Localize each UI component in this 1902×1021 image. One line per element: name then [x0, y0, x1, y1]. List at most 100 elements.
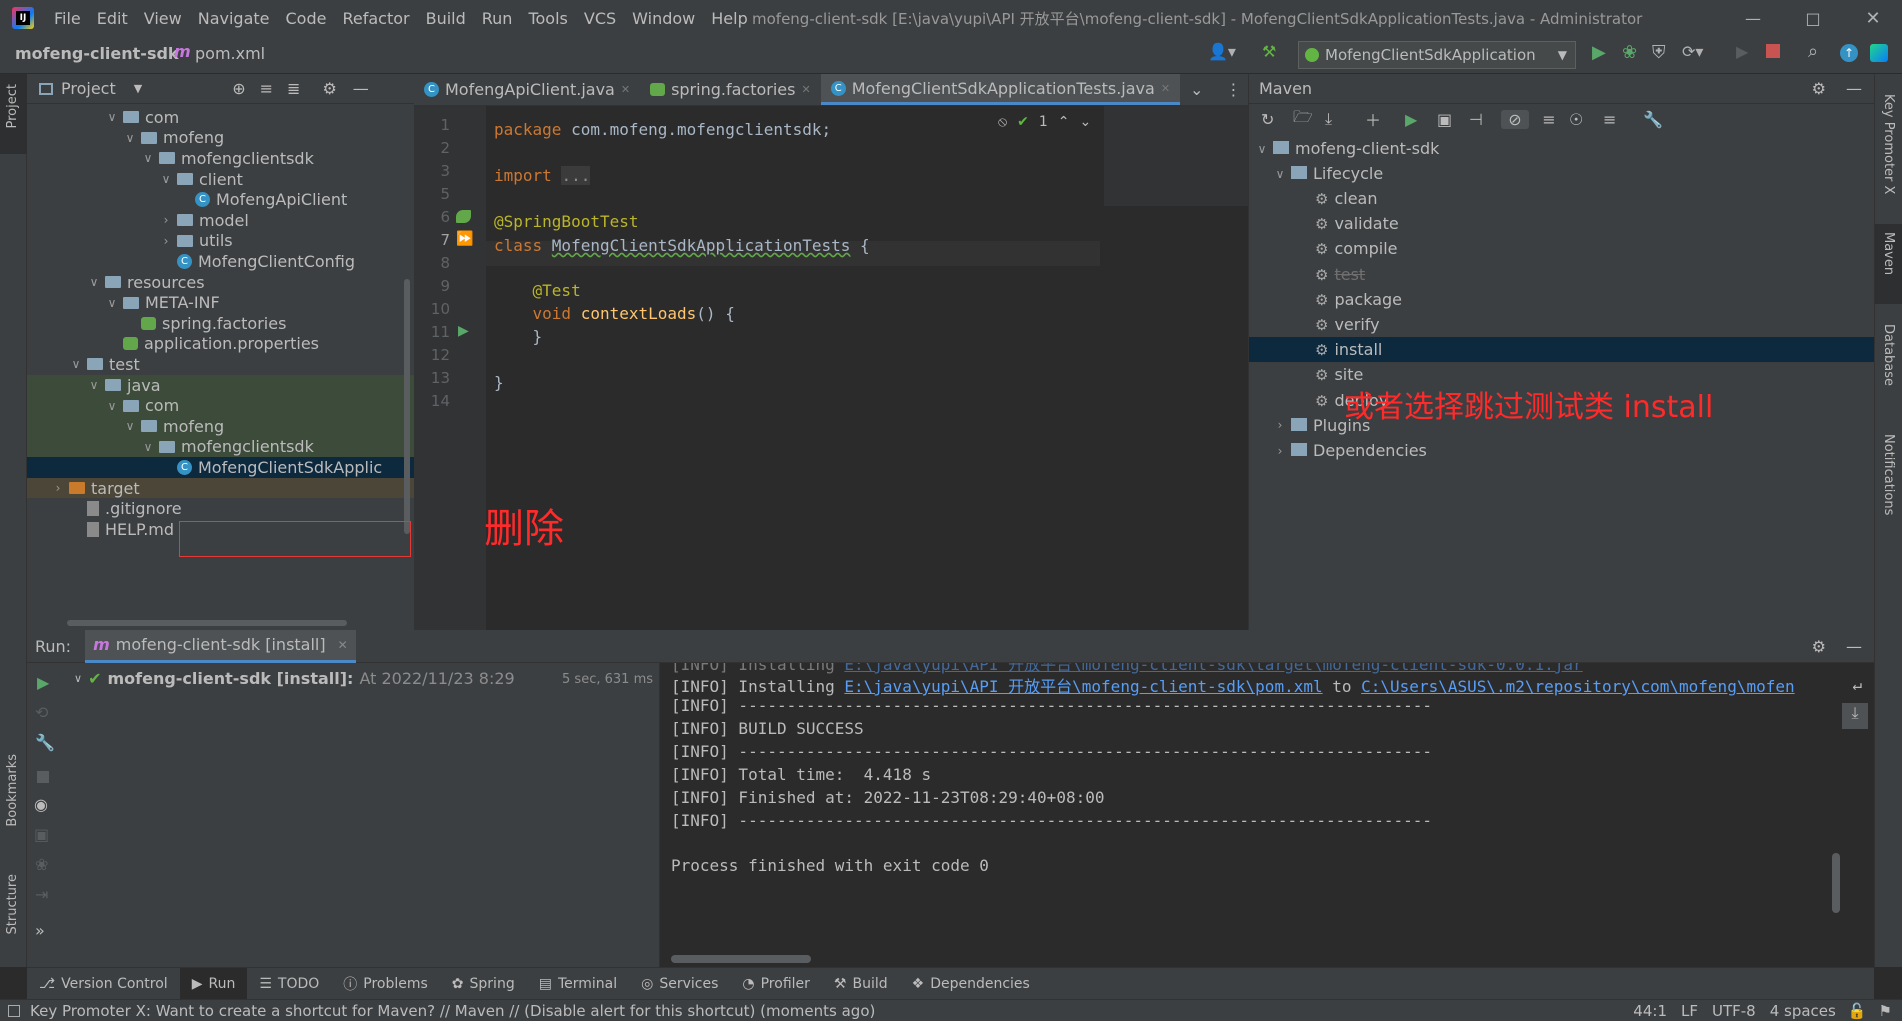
tree-item[interactable]: ∨ mofengclientsdk	[27, 148, 414, 169]
close-tab-icon[interactable]: ✕	[621, 83, 630, 96]
run-tab[interactable]: m mofeng-client-sdk [install] ✕	[85, 629, 356, 663]
chevron-down-icon[interactable]: ∨	[141, 440, 155, 454]
maven-goal-install[interactable]: ⚙ install	[1249, 337, 1875, 363]
menu-tools[interactable]: Tools	[520, 9, 575, 28]
more-vertical-icon[interactable]: ⋮	[1225, 80, 1241, 99]
editor-tab[interactable]: C MofengClientSdkApplicationTests.java ✕	[820, 74, 1181, 105]
breadcrumb-file[interactable]: pom.xml	[195, 44, 265, 63]
collapse-icon[interactable]: ≡	[1529, 110, 1569, 129]
settings-gear-icon[interactable]: ⚙	[1812, 79, 1826, 98]
chevron-down-icon[interactable]: ∨	[123, 419, 137, 433]
tab-overflow[interactable]: ⌄ ⋮	[1180, 74, 1251, 105]
expand-all-icon[interactable]: ≡	[260, 79, 273, 98]
maven-tree-item[interactable]: › Dependencies	[1249, 438, 1875, 463]
skip-tests-icon[interactable]: ⊘	[1501, 109, 1529, 129]
locate-icon[interactable]: ⊕	[232, 79, 245, 98]
close-tab-icon[interactable]: ✕	[338, 638, 348, 652]
more-icon[interactable]: »	[35, 921, 45, 940]
key-promoter-tool-button[interactable]: Key Promoter X	[1881, 94, 1896, 194]
chevron-down-icon[interactable]: ∨	[159, 172, 173, 186]
chevron-down-icon[interactable]: ∨	[105, 110, 119, 124]
chevron-down-icon[interactable]: ⌄	[1080, 114, 1092, 130]
maven-goal-package[interactable]: ⚙ package	[1249, 287, 1875, 312]
rerun-failed-icon[interactable]: ⟲	[35, 703, 48, 722]
maven-goal-test[interactable]: ⚙ test	[1249, 262, 1875, 287]
chevron-down-icon[interactable]: ∨	[123, 131, 137, 145]
chevron-down-icon[interactable]: ∨	[74, 672, 82, 685]
add-folder-icon[interactable]: 🗁	[1293, 106, 1325, 133]
chevron-down-icon[interactable]: ∨	[141, 151, 155, 165]
chevron-down-icon[interactable]: ∨	[69, 357, 83, 371]
close-tab-icon[interactable]: ✕	[1161, 82, 1170, 95]
code-area[interactable]: package com.mofeng.mofengclientsdk; impo…	[414, 106, 1248, 630]
maximize-icon[interactable]: □	[1798, 6, 1828, 30]
tree-item[interactable]: application.properties	[27, 334, 414, 355]
tree-item[interactable]: spring.factories	[27, 313, 414, 334]
wrench-icon[interactable]: 🔧	[1643, 110, 1675, 129]
tree-item[interactable]: ∨ test	[27, 354, 414, 375]
tree-item[interactable]: ∨ client	[27, 169, 414, 190]
cursor-position[interactable]: 44:1	[1633, 1002, 1667, 1020]
maven-tree-item[interactable]: ∨ Lifecycle	[1249, 161, 1875, 186]
search-icon[interactable]: ⌕	[1808, 41, 1818, 62]
tree-item[interactable]: .gitignore	[27, 498, 414, 519]
user-icon[interactable]: 👤▾	[1208, 42, 1236, 61]
chevron-right-icon[interactable]: ›	[1273, 444, 1287, 458]
tree-item[interactable]: C MofengClientConfig	[27, 251, 414, 272]
structure-tool-button[interactable]: Structure	[5, 874, 20, 934]
console-link[interactable]: E:\java\yupi\API 开放平台\mofeng-client-sdk\…	[844, 677, 1322, 696]
download-icon[interactable]: ⤓	[1325, 109, 1365, 129]
settings-gear-icon[interactable]: ⚙	[322, 79, 336, 98]
scrollbar[interactable]	[404, 279, 410, 534]
run-icon[interactable]: ▶	[1592, 42, 1606, 63]
stop-icon[interactable]	[1766, 44, 1780, 58]
build-hammer-icon[interactable]: ⚒	[1262, 42, 1276, 61]
tree-item[interactable]: ∨ mofeng	[27, 416, 414, 437]
menu-code[interactable]: Code	[278, 9, 335, 28]
chevron-down-icon[interactable]: ▼	[134, 82, 142, 95]
jetbrains-logo-icon[interactable]	[1870, 44, 1888, 62]
wrench-icon[interactable]: 🔧	[35, 733, 55, 752]
resume-icon[interactable]: ▶	[1736, 42, 1748, 61]
console-hscrollbar[interactable]	[671, 955, 811, 963]
chevron-down-icon[interactable]: ∨	[87, 378, 101, 392]
notifications-tool-button[interactable]: Notifications	[1881, 434, 1896, 515]
maven-goal-validate[interactable]: ⚙ validate	[1249, 211, 1875, 236]
update-icon[interactable]: ↑	[1840, 44, 1858, 62]
menu-refactor[interactable]: Refactor	[334, 9, 417, 28]
file-encoding[interactable]: UTF-8	[1712, 1002, 1756, 1020]
tool-tab-dependencies[interactable]: ❖ Dependencies	[900, 968, 1042, 1000]
editor-tab[interactable]: spring.factories ✕	[640, 74, 821, 105]
collapse-all-icon[interactable]: ≣	[287, 79, 300, 98]
console-scrollbar[interactable]	[1832, 853, 1840, 913]
rerun-icon[interactable]: ▶	[37, 673, 49, 692]
menu-edit[interactable]: Edit	[89, 9, 136, 28]
tool-tab-problems[interactable]: ⓘ Problems	[331, 968, 440, 1000]
chevron-down-icon[interactable]: ∨	[1273, 167, 1287, 181]
hidden-eye-icon[interactable]: ⦸	[998, 114, 1007, 130]
tool-tab-profiler[interactable]: ◔ Profiler	[730, 968, 822, 1000]
project-panel-title[interactable]: Project	[61, 79, 116, 98]
hide-icon[interactable]: —	[353, 79, 369, 98]
add-icon[interactable]: ＋	[1365, 107, 1405, 131]
chevron-down-icon[interactable]: ∨	[105, 399, 119, 413]
exit-icon[interactable]: ⇥	[35, 885, 48, 904]
analyze-icon[interactable]: ☉	[1569, 110, 1603, 129]
camera-icon[interactable]: ▣	[34, 825, 49, 844]
console-wrap-icon[interactable]: ↵	[1852, 675, 1862, 694]
run-maven-icon[interactable]: ▶	[1405, 110, 1437, 129]
tool-tab-build[interactable]: ⚒ Build	[822, 968, 900, 1000]
minimap[interactable]	[1104, 106, 1248, 206]
tree-item[interactable]: › utils	[27, 231, 414, 252]
close-icon[interactable]: ✕	[1858, 6, 1888, 30]
event-icon[interactable]: ⚑	[1879, 1002, 1892, 1020]
scroll-to-end-icon[interactable]: ⤓	[1842, 703, 1868, 729]
horizontal-scrollbar[interactable]	[67, 620, 347, 626]
project-tool-button[interactable]: Project	[0, 74, 27, 154]
chevron-up-icon[interactable]: ⌃	[1058, 114, 1070, 130]
maven-goal-compile[interactable]: ⚙ compile	[1249, 236, 1875, 261]
chevron-right-icon[interactable]: ›	[51, 481, 65, 495]
bookmarks-tool-button[interactable]: Bookmarks	[5, 754, 20, 827]
line-separator[interactable]: LF	[1681, 1002, 1698, 1020]
chevron-down-icon[interactable]: ∨	[87, 275, 101, 289]
